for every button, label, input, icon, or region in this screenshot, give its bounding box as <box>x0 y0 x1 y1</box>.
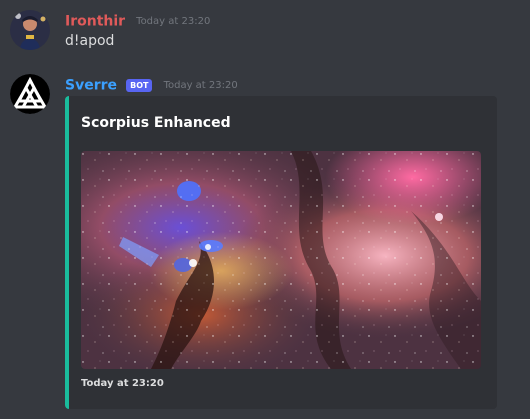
valknut-logo-icon <box>10 74 50 114</box>
user-avatar[interactable] <box>10 10 50 50</box>
embed-footer-timestamp: Today at 23:20 <box>81 378 164 389</box>
message-embed: Scorpius Enhanced Today at 23:20 <box>65 96 497 409</box>
bot-avatar[interactable] <box>10 74 50 114</box>
message-timestamp: Today at 23:20 <box>163 79 238 91</box>
avatar-image <box>10 10 50 50</box>
message-timestamp: Today at 23:20 <box>136 15 211 27</box>
author-name[interactable]: Sverre <box>65 78 117 94</box>
author-name[interactable]: Ironthir <box>65 14 125 30</box>
embed-title[interactable]: Scorpius Enhanced <box>81 114 231 132</box>
embed-accent-bar <box>65 96 69 409</box>
message-ironthir: Ironthir Today at 23:20 d!apod <box>0 0 530 62</box>
message-content: d!apod <box>65 33 115 49</box>
embed-image[interactable] <box>81 151 481 369</box>
bot-badge: BOT <box>126 79 153 92</box>
nebula-image <box>81 151 481 369</box>
